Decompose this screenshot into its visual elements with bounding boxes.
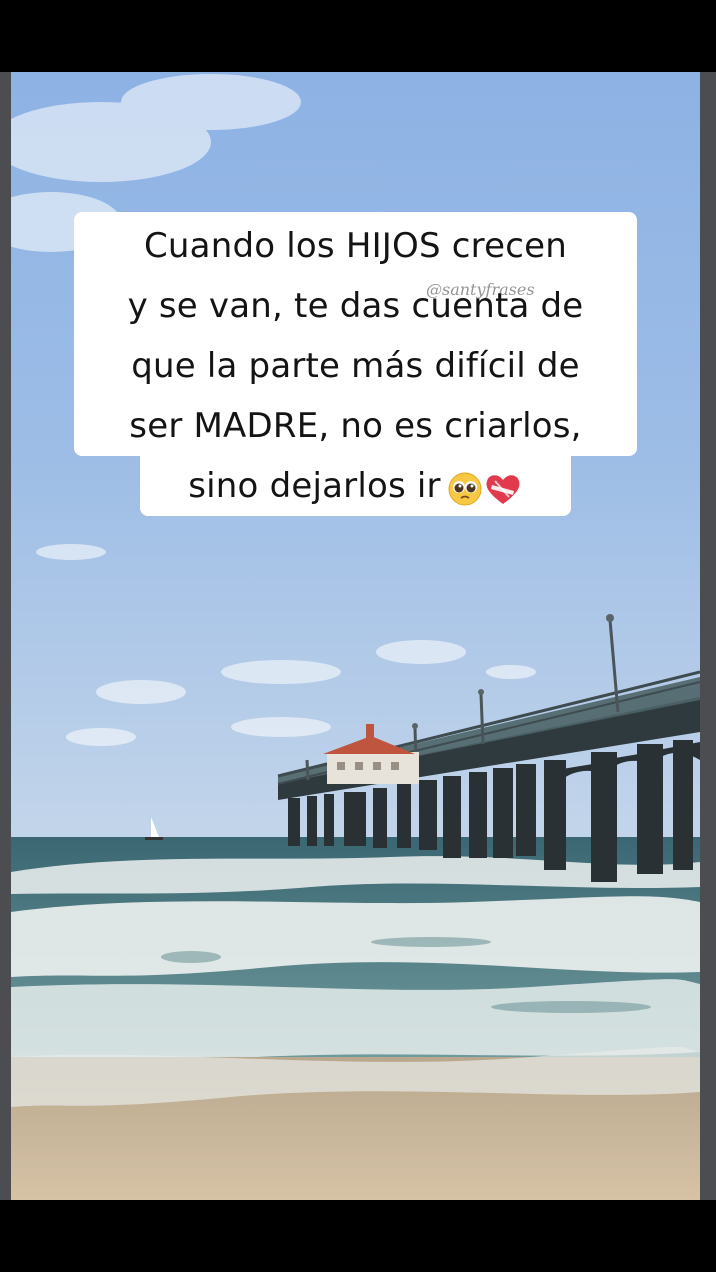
pleading-face-icon [448,472,482,506]
caption-line-4: ser MADRE, no es criarlos, [129,406,582,446]
caption-line-3: que la parte más difícil de [131,346,580,386]
video-frame: Cuando los HIJOS crecen y se van, te das… [0,0,716,1272]
caption-line-5-wrap: sino dejarlos ir [74,456,637,518]
mending-heart-icon [486,475,520,504]
watermark: @santyfrases [426,280,535,299]
emoji-group [447,458,523,518]
left-border [0,72,11,1200]
caption-line-2: y se van, te das cuenta de [127,286,584,326]
caption-line-1: Cuando los HIJOS crecen [143,226,567,266]
caption-line-5: sino dejarlos ir [188,466,441,506]
caption: Cuando los HIJOS crecen y se van, te das… [74,216,637,518]
right-border [700,72,716,1200]
